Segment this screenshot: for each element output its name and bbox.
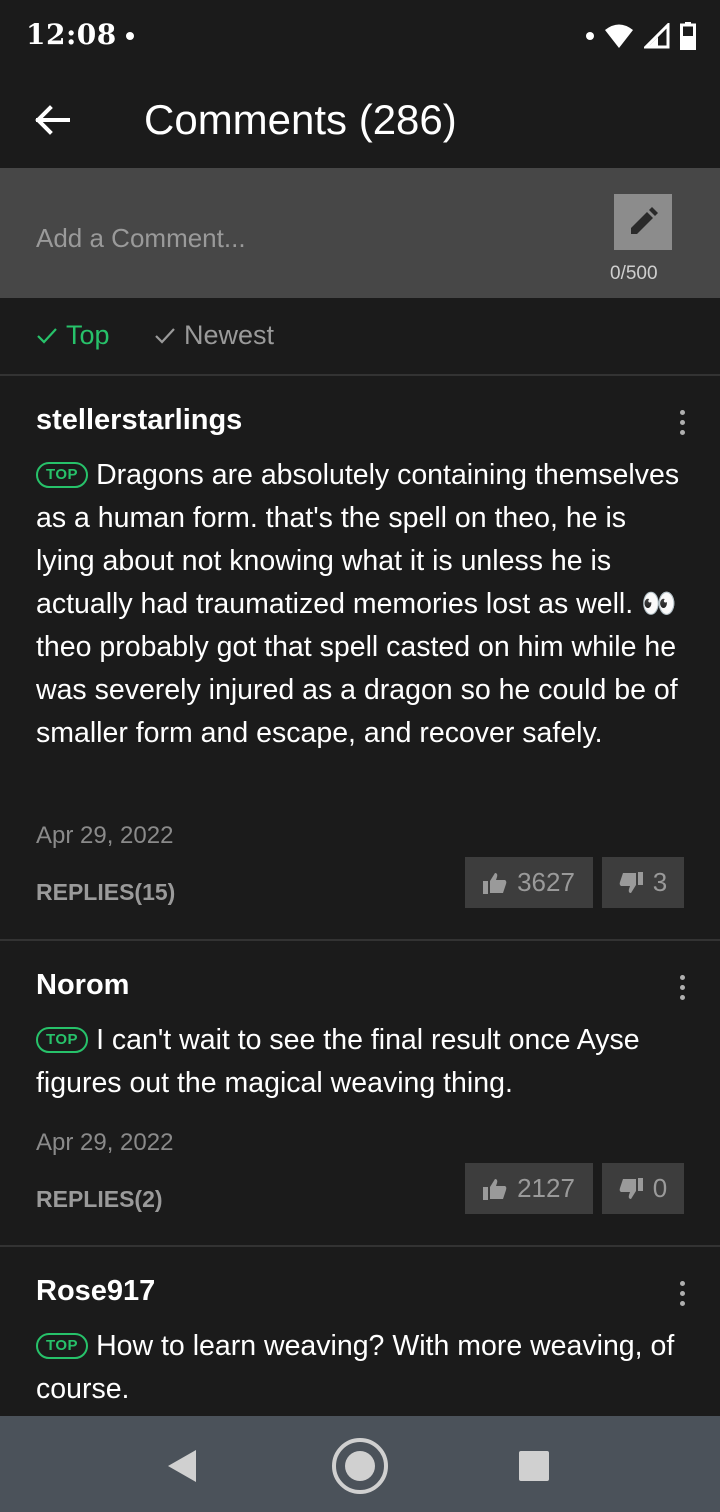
comment-item: Norom TOP I can't wait to see the final r… [0,941,720,1247]
wifi-icon [605,24,633,48]
dislike-count: 3 [652,867,668,897]
top-badge: TOP [36,1333,89,1359]
page-title: Comments (286) [144,96,457,143]
like-count: 3627 [517,867,575,897]
status-icons [586,22,696,50]
status-bar: 12:08 [0,0,720,72]
write-comment-button[interactable] [614,194,672,250]
circle-home-icon [332,1438,388,1494]
check-icon [37,327,57,344]
comment-username[interactable]: Rose917 [36,1275,155,1308]
like-button[interactable]: 2127 [465,1163,593,1214]
nav-recents-button[interactable] [504,1438,564,1494]
comment-body: TOP How to learn weaving? With more weavi… [36,1325,686,1411]
thumbs-down-icon [619,871,643,893]
comment-date: Apr 29, 2022 [36,822,174,849]
sort-top-tab[interactable]: Top [36,320,110,351]
dislike-button[interactable]: 0 [602,1163,684,1214]
comment-text: theo probably got that spell casted on h… [36,631,678,749]
check-icon [155,327,175,344]
triangle-back-icon [168,1450,196,1482]
sort-newest-label: Newest [184,320,275,350]
comment-more-menu-button[interactable] [666,967,698,1007]
status-time: 12:08 [26,18,117,51]
comment-username[interactable]: stellerstarlings [36,404,242,437]
comment-username[interactable]: Norom [36,969,129,1002]
comment-body: TOP I can't wait to see the final result … [36,1019,686,1105]
thumbs-down-icon [619,1177,643,1199]
comment-date: Apr 29, 2022 [36,1129,174,1156]
comment-body: TOP Dragons are absolutely containing the… [36,454,686,755]
thumbs-up-icon [483,872,507,894]
eyes-emoji-icon: 👀 [641,588,677,620]
comment-composer: 0/500 [0,168,720,298]
replies-link[interactable]: REPLIES(2) [36,1186,163,1213]
sort-newest-tab[interactable]: Newest [154,320,274,351]
thumbs-up-icon [483,1178,507,1200]
system-nav-bar [0,1416,720,1512]
cell-signal-icon [644,23,670,49]
square-recents-icon [519,1451,549,1481]
arrow-left-icon [35,105,70,135]
notification-dot-icon [586,32,594,40]
nav-back-button[interactable] [152,1438,212,1494]
top-badge: TOP [36,1027,89,1053]
like-count: 2127 [517,1173,575,1203]
pencil-icon [631,207,658,234]
comment-item: stellerstarlings TOP Dragons are absolute… [0,376,720,941]
dislike-count: 0 [652,1173,668,1203]
sort-top-label: Top [66,320,110,350]
comment-more-menu-button[interactable] [666,1273,698,1313]
sort-bar: Top Newest [0,298,720,376]
app-bar: Comments (286) [0,72,720,168]
dislike-button[interactable]: 3 [602,857,684,908]
notification-dot-icon [126,32,134,40]
like-button[interactable]: 3627 [465,857,593,908]
comment-text: Dragons are absolutely containing themse… [36,459,680,620]
char-count: 0/500 [610,263,658,284]
comment-text: I can't wait to see the final result onc… [36,1024,640,1099]
comment-text: How to learn weaving? With more weaving,… [36,1330,675,1405]
comment-more-menu-button[interactable] [666,402,698,442]
comment-item: Rose917 TOP How to learn weaving? With mo… [0,1247,720,1416]
replies-link[interactable]: REPLIES(15) [36,879,175,906]
comment-input[interactable] [36,218,576,258]
back-button[interactable] [28,100,76,140]
battery-icon [680,22,696,50]
top-badge: TOP [36,462,89,488]
nav-home-button[interactable] [330,1438,390,1494]
